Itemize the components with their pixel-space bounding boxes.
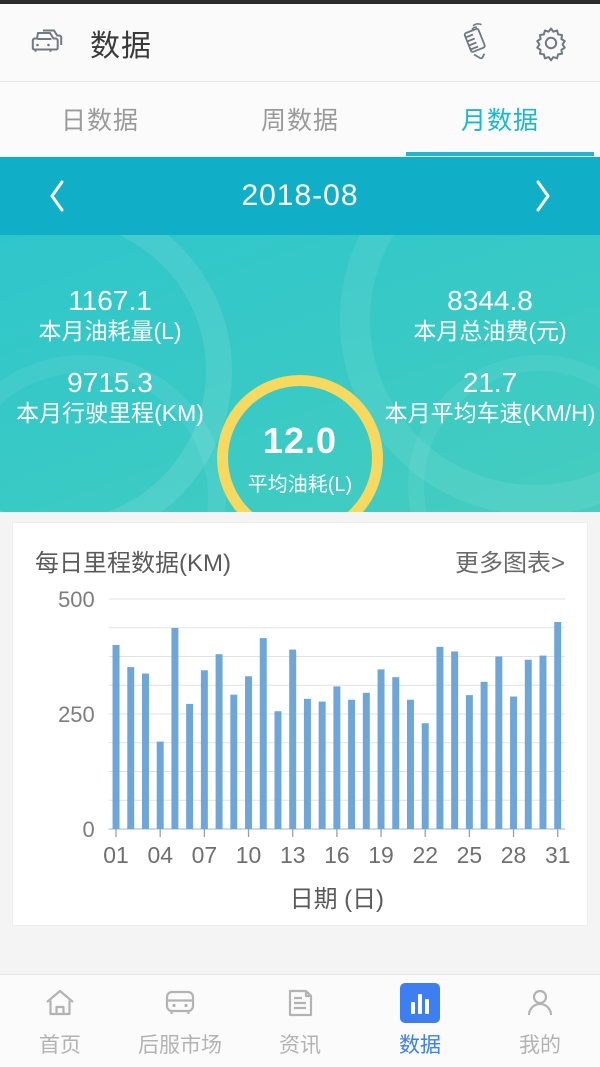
van-icon bbox=[160, 983, 200, 1023]
svg-text:04: 04 bbox=[147, 842, 173, 868]
svg-text:10: 10 bbox=[236, 842, 261, 868]
svg-text:500: 500 bbox=[58, 587, 95, 612]
news-icon bbox=[283, 983, 317, 1023]
nav-item-data[interactable]: 数据 bbox=[360, 975, 480, 1067]
nav-label-data: 数据 bbox=[399, 1034, 441, 1057]
summary-panel: 2018-08 12.0 平均油耗(L) 1167.1 本月油耗量(L) 971… bbox=[0, 157, 600, 512]
average-consumption-label: 平均油耗(L) bbox=[247, 473, 353, 496]
stat-fuel-cost-value: 8344.8 bbox=[447, 285, 533, 316]
svg-text:250: 250 bbox=[58, 702, 95, 727]
svg-text:0: 0 bbox=[83, 817, 95, 842]
car-switch-icon[interactable] bbox=[22, 20, 68, 66]
page-title: 数据 bbox=[90, 29, 152, 63]
bar-chart-svg: 0 250 500 01 04 07 10 13 16 19 22 25 28 31 日期 (日) bbox=[58, 587, 570, 913]
svg-text:19: 19 bbox=[368, 842, 393, 868]
tab-monthly[interactable]: 月数据 bbox=[400, 82, 600, 156]
app-root: 数据 日数据 周数据 月数据 2018-08 12.0 平均油耗(L) 1167… bbox=[0, 0, 600, 1067]
period-selector: 2018-08 bbox=[0, 157, 600, 235]
chart-card-header: 每日里程数据(KM) 更多图表> bbox=[13, 523, 587, 578]
nav-item-profile[interactable]: 我的 bbox=[480, 975, 600, 1067]
chevron-right-icon[interactable] bbox=[516, 169, 570, 223]
stat-avg-speed: 21.7 本月平均车速(KM/H) bbox=[380, 367, 600, 429]
svg-text:31: 31 bbox=[545, 842, 570, 868]
svg-text:28: 28 bbox=[501, 842, 526, 868]
data-period-tabs: 日数据 周数据 月数据 bbox=[0, 82, 600, 157]
home-icon bbox=[42, 983, 78, 1023]
nav-label-profile: 我的 bbox=[519, 1034, 561, 1057]
svg-text:01: 01 bbox=[103, 842, 128, 868]
chart-title: 每日里程数据(KM) bbox=[35, 550, 231, 577]
app-header: 数据 bbox=[0, 4, 600, 82]
tab-daily[interactable]: 日数据 bbox=[0, 82, 200, 156]
svg-text:07: 07 bbox=[192, 842, 217, 868]
tab-weekly-label: 周数据 bbox=[260, 107, 339, 135]
person-icon bbox=[523, 983, 557, 1023]
stat-fuel-cost: 8344.8 本月总油费(元) bbox=[380, 285, 600, 347]
gear-icon[interactable] bbox=[528, 20, 574, 66]
bottom-navigation: 首页 后服市场 资讯 数据 我的 bbox=[0, 974, 600, 1067]
stat-distance-label: 本月行驶里程(KM) bbox=[16, 400, 204, 427]
bar-chart: 0 250 500 01 04 07 10 13 16 19 22 25 28 31 日期 (日) bbox=[13, 585, 587, 925]
svg-text:25: 25 bbox=[457, 842, 482, 868]
period-label: 2018-08 bbox=[241, 179, 359, 212]
average-consumption-value: 12.0 bbox=[262, 419, 338, 461]
stat-avg-speed-label: 本月平均车速(KM/H) bbox=[384, 400, 596, 427]
stat-fuel-used-value: 1167.1 bbox=[68, 285, 152, 316]
tab-monthly-label: 月数据 bbox=[460, 107, 539, 135]
tab-weekly[interactable]: 周数据 bbox=[200, 82, 400, 156]
stat-avg-speed-value: 21.7 bbox=[462, 367, 518, 398]
nav-label-aftermarket: 后服市场 bbox=[138, 1034, 222, 1057]
svg-text:日期 (日): 日期 (日) bbox=[290, 886, 384, 913]
svg-text:13: 13 bbox=[280, 842, 305, 868]
bar-chart-icon bbox=[400, 983, 440, 1023]
chart-card-wrapper: 每日里程数据(KM) 更多图表> 0 250 500 01 04 07 10 13 16 19 22… bbox=[0, 512, 600, 974]
nav-item-aftermarket[interactable]: 后服市场 bbox=[120, 975, 240, 1067]
header-actions bbox=[450, 20, 574, 66]
nav-label-home: 首页 bbox=[39, 1034, 81, 1057]
stat-distance: 9715.3 本月行驶里程(KM) bbox=[0, 367, 220, 429]
summary-stats: 12.0 平均油耗(L) 1167.1 本月油耗量(L) 9715.3 本月行驶… bbox=[0, 235, 600, 512]
bar-chart-tile bbox=[400, 983, 440, 1023]
hand-holding-phone-icon[interactable] bbox=[450, 20, 496, 66]
svg-text:22: 22 bbox=[412, 842, 437, 868]
svg-text:16: 16 bbox=[324, 842, 349, 868]
nav-item-news[interactable]: 资讯 bbox=[240, 975, 360, 1067]
stat-fuel-used: 1167.1 本月油耗量(L) bbox=[0, 285, 220, 347]
stat-fuel-cost-label: 本月总油费(元) bbox=[413, 318, 567, 345]
average-consumption-block: 12.0 平均油耗(L) bbox=[217, 375, 383, 512]
nav-label-news: 资讯 bbox=[279, 1034, 321, 1057]
stat-distance-value: 9715.3 bbox=[67, 367, 153, 398]
chevron-left-icon[interactable] bbox=[30, 169, 84, 223]
tab-daily-label: 日数据 bbox=[60, 107, 139, 135]
daily-mileage-card: 每日里程数据(KM) 更多图表> 0 250 500 01 04 07 10 13 16 19 22… bbox=[12, 522, 588, 926]
stat-fuel-used-label: 本月油耗量(L) bbox=[38, 318, 182, 345]
more-charts-link[interactable]: 更多图表> bbox=[455, 543, 565, 578]
nav-item-home[interactable]: 首页 bbox=[0, 975, 120, 1067]
